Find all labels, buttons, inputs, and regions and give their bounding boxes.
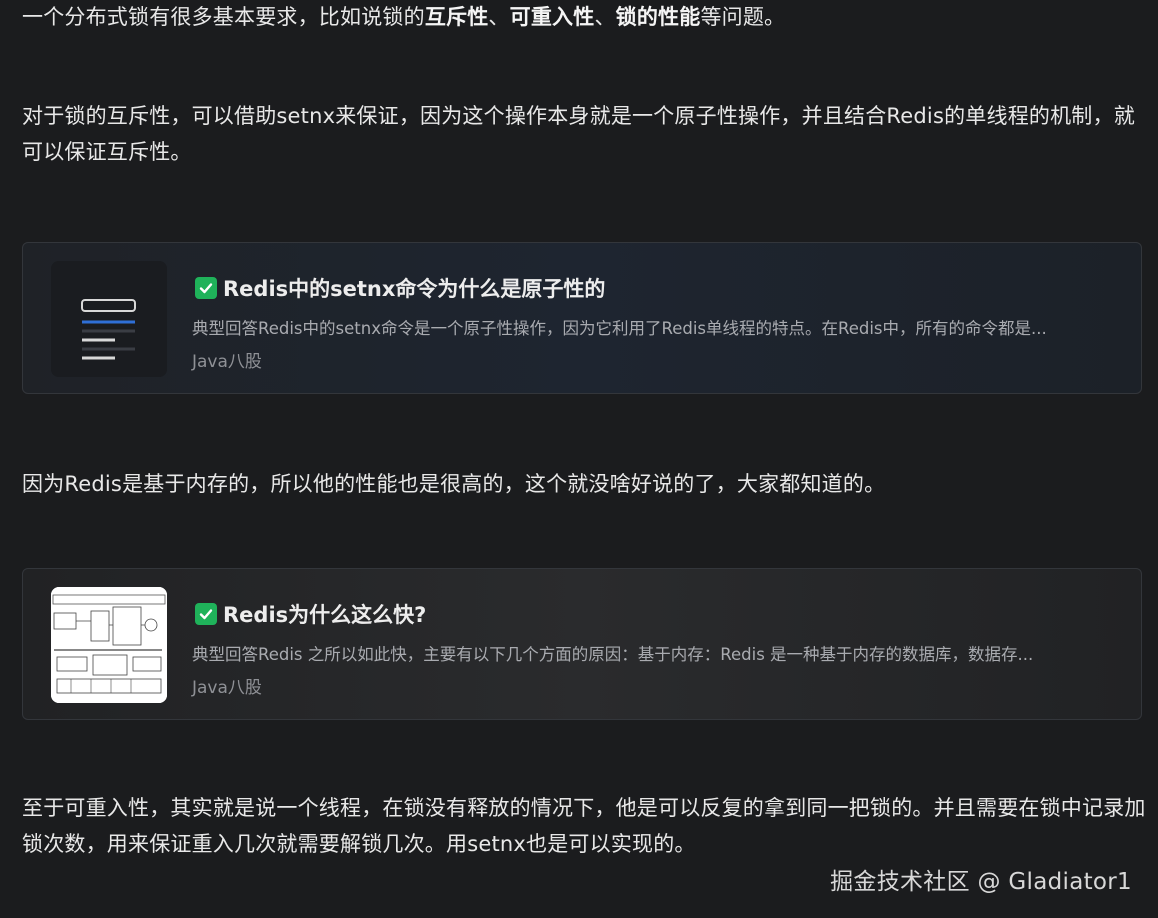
paragraph-performance: 因为Redis是基于内存的，所以他的性能也是很高的，这个就没啥好说的了，大家都知… [22,472,886,496]
card-description: 典型回答Redis中的setnx命令是一个原子性操作，因为它利用了Redis单线… [192,319,1047,338]
card-tag: Java八股 [192,352,262,372]
card-title-text: Redis为什么这么快? [223,603,427,627]
paragraph-text: 一个分布式锁有很多基本要求，比如说锁的 [22,5,425,29]
card-description: 典型回答Redis 之所以如此快，主要有以下几个方面的原因：基于内存：Redis… [192,645,1034,664]
card-thumbnail [51,587,167,703]
paragraph-mutex: 对于锁的互斥性，可以借助setnx来保证，因为这个操作本身就是一个原子性操作，并… [22,104,1135,164]
card-title-text: Redis中的setnx命令为什么是原子性的 [223,277,606,301]
card-thumbnail [51,261,167,377]
paragraph-text: 等问题。 [700,5,786,29]
separator: 、 [594,5,616,29]
check-icon [195,277,217,299]
link-card-redis-fast[interactable]: Redis为什么这么快? 典型回答Redis 之所以如此快，主要有以下几个方面的… [22,568,1142,720]
separator: 、 [488,5,510,29]
card-title[interactable]: Redis中的setnx命令为什么是原子性的 [195,273,605,303]
bold-reentrancy: 可重入性 [509,5,595,29]
watermark: 掘金技术社区 @ Gladiator1 [830,869,1132,895]
bold-mutual-exclusion: 互斥性 [424,5,489,29]
link-card-setnx[interactable]: Redis中的setnx命令为什么是原子性的 典型回答Redis中的setnx命… [22,242,1142,394]
document-icon [51,261,167,377]
paragraph-reentrancy: 至于可重入性，其实就是说一个线程，在锁没有释放的情况下，他是可以反复的拿到同一把… [22,796,1146,856]
diagram-thumbnail-icon [51,587,167,703]
bold-performance: 锁的性能 [615,5,701,29]
card-tag: Java八股 [192,678,262,698]
check-icon [195,603,217,625]
paragraph-intro: 一个分布式锁有很多基本要求，比如说锁的互斥性、可重入性、锁的性能等问题。 [22,0,1142,34]
card-title[interactable]: Redis为什么这么快? [195,599,426,629]
